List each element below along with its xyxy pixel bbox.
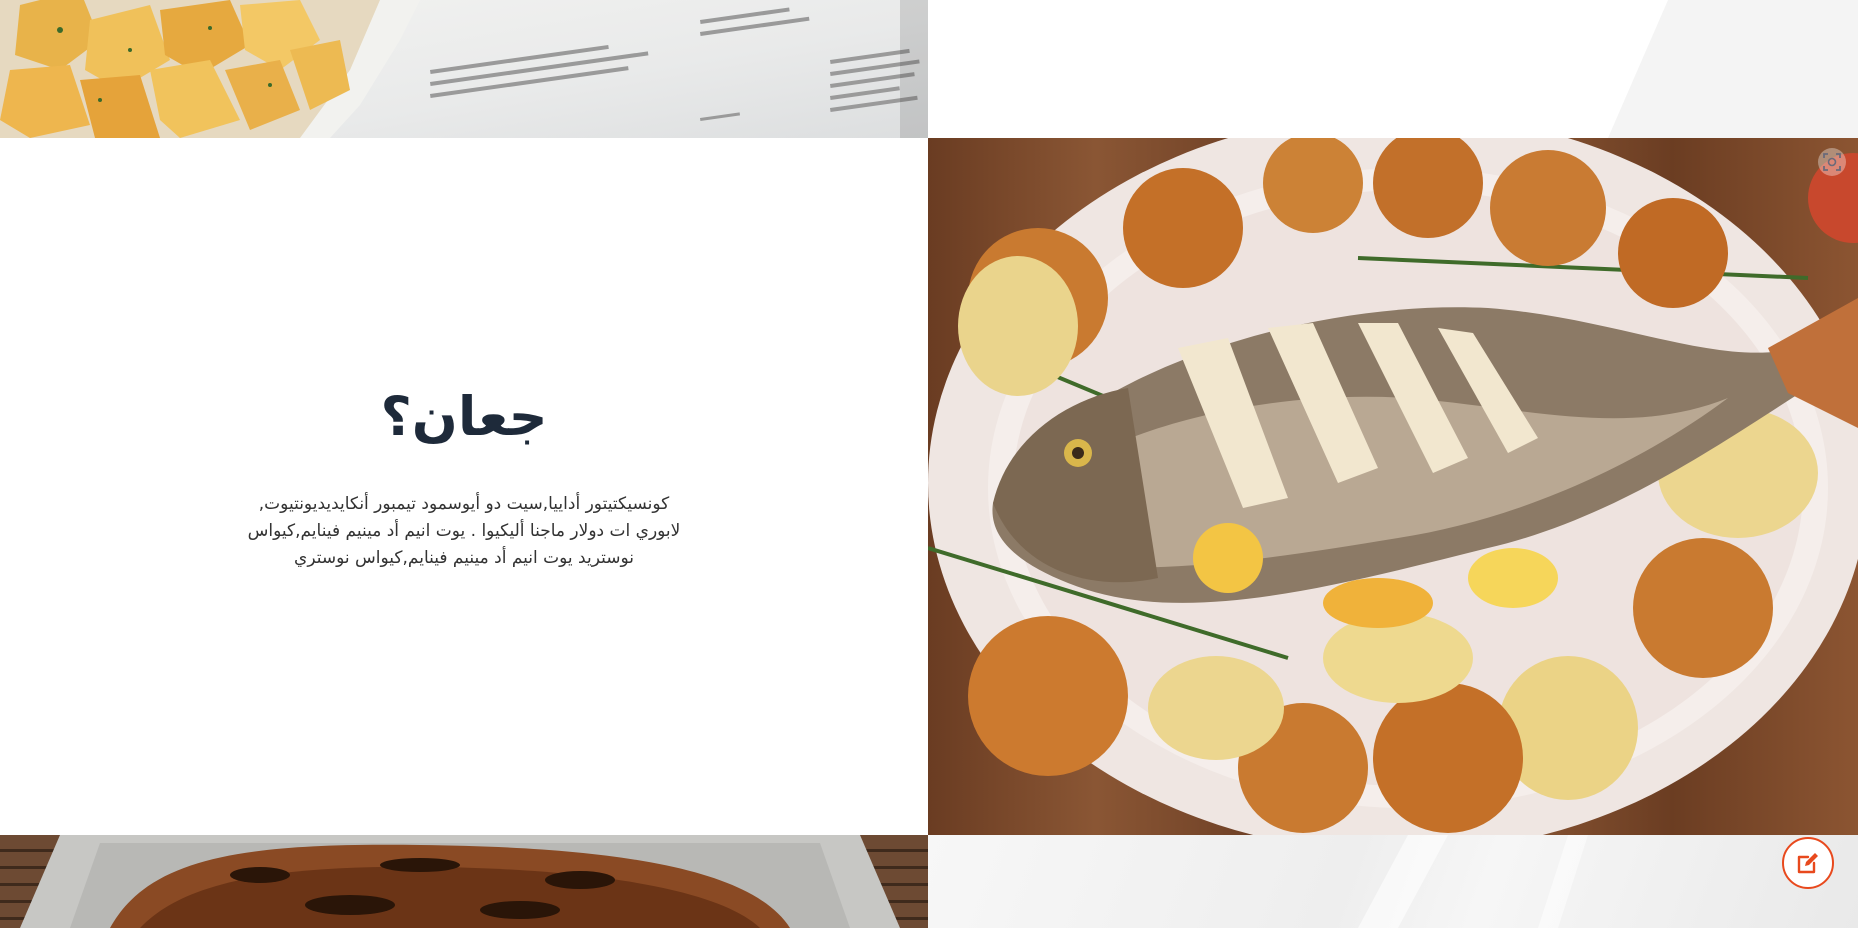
grilled-tray-photo (0, 835, 928, 928)
potatoes-menu-photo (0, 0, 928, 138)
edit-button[interactable] (1782, 837, 1834, 889)
top-right-panel (928, 0, 1858, 138)
section-title: جعان؟ (380, 384, 548, 448)
bottom-right-panel (928, 835, 1858, 928)
grilled-fish-photo (928, 138, 1858, 835)
section-description: كونسيكتيتور أداييا,سيت دو أيوسمود تيمبور… (247, 493, 681, 568)
edit-icon (1797, 853, 1818, 874)
hungry-section: جعان؟ كونسيكتيتور أداييا,سيت دو أيوسمود … (0, 138, 928, 835)
scan-icon[interactable] (1818, 148, 1846, 176)
